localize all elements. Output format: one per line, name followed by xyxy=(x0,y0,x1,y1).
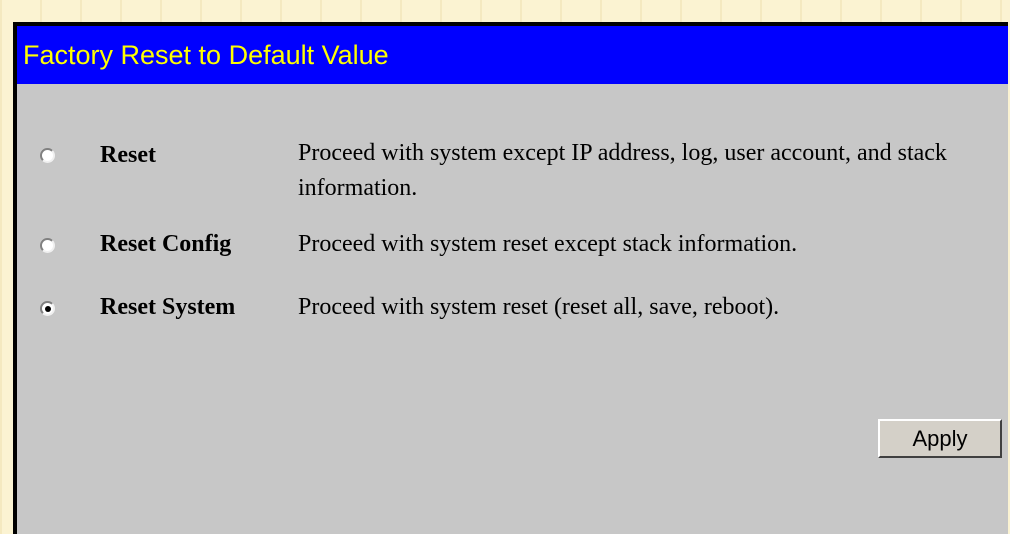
reset-system-description: Proceed with system reset (reset all, sa… xyxy=(298,294,780,320)
panel-title: Factory Reset to Default Value xyxy=(17,26,1008,84)
reset-label: Reset xyxy=(100,142,156,168)
reset-system-radio[interactable] xyxy=(40,301,55,316)
factory-reset-panel: Factory Reset to Default Value Reset Pro… xyxy=(13,22,1008,534)
radio-dot-icon xyxy=(44,305,51,312)
reset-system-label: Reset System xyxy=(100,294,236,320)
reset-config-label: Reset Config xyxy=(100,231,232,257)
apply-button[interactable]: Apply xyxy=(878,419,1002,458)
reset-config-radio[interactable] xyxy=(40,238,55,253)
reset-radio[interactable] xyxy=(40,148,55,163)
reset-description: Proceed with system except IP address, l… xyxy=(298,140,947,201)
reset-config-description: Proceed with system reset except stack i… xyxy=(298,231,798,257)
